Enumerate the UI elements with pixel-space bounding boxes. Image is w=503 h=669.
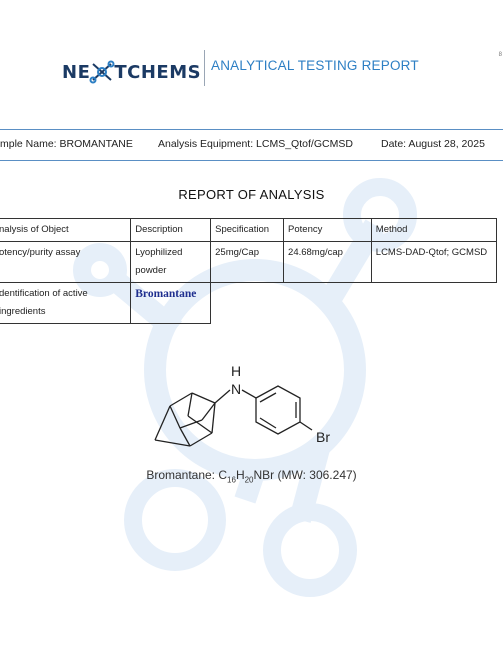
caption-sub-carbon: 16	[227, 475, 236, 485]
caption-rest: NBr (MW: 306.247)	[253, 468, 357, 482]
molecule-x-icon	[89, 60, 115, 84]
header-cell: Method	[370, 218, 498, 242]
empty-cell	[211, 283, 284, 324]
bromine-label: Br	[316, 429, 330, 445]
header-cell: Specification	[210, 218, 285, 242]
description-cell: Bromantane	[130, 282, 212, 324]
compound-caption: Bromantane: C16H20NBr (MW: 306.247)	[0, 468, 503, 484]
analysis-equipment: Analysis Equipment: LCMS_Qtof/GCMSD	[158, 138, 353, 150]
empty-cell	[284, 283, 372, 324]
report-title: ANALYTICAL TESTING REPORT	[211, 58, 419, 73]
nitrogen-label: N	[231, 381, 241, 397]
empty-cell	[371, 283, 496, 324]
compound-name: Bromantane	[135, 288, 197, 300]
report-of-analysis-heading: REPORT OF ANALYSIS	[178, 187, 325, 202]
sample-info-bar: mple Name: BROMANTANE Analysis Equipment…	[0, 129, 503, 161]
header-divider	[204, 50, 205, 86]
caption-mid: H	[235, 468, 245, 482]
nextchems-logo: NE TCHEMS	[62, 52, 201, 92]
table-header-row: nalysis of Object Description Specificat…	[0, 218, 498, 242]
potency-cell: 24.68mg/cap	[283, 241, 372, 283]
header-cell: Potency	[283, 218, 372, 242]
caption-sub-hydrogen: 20	[244, 475, 254, 485]
object-cell: otency/purity assay	[0, 241, 132, 283]
hydrogen-label: H	[231, 363, 241, 379]
report-date: Date: August 28, 2025	[381, 138, 485, 150]
specification-cell: 25mg/Cap	[210, 241, 285, 283]
object-cell: dentification of active ingredients	[0, 282, 132, 324]
analysis-table: nalysis of Object Description Specificat…	[0, 218, 498, 324]
header-cell: Description	[130, 218, 212, 242]
logo-text-left: NE	[62, 61, 91, 83]
watermark-logo	[73, 178, 417, 597]
sample-name: mple Name: BROMANTANE	[0, 138, 133, 150]
caption-name: Bromantane: C	[146, 468, 228, 482]
description-cell: Lyophilized powder	[130, 241, 212, 283]
table-row: dentification of active ingredients Brom…	[0, 282, 497, 324]
method-cell: LCMS-DAD-Qtof; GCMSD	[370, 241, 498, 283]
table-row: otency/purity assay Lyophilized powder 2…	[0, 241, 498, 283]
report-header: NE TCHEMS ANALYTICAL TESTING REPORT 8	[0, 40, 503, 100]
bromantane-structure: N H Br	[154, 363, 330, 447]
logo-text-right: TCHEMS	[114, 61, 202, 83]
corner-mark: 8	[498, 52, 502, 58]
header-cell: nalysis of Object	[0, 218, 132, 242]
